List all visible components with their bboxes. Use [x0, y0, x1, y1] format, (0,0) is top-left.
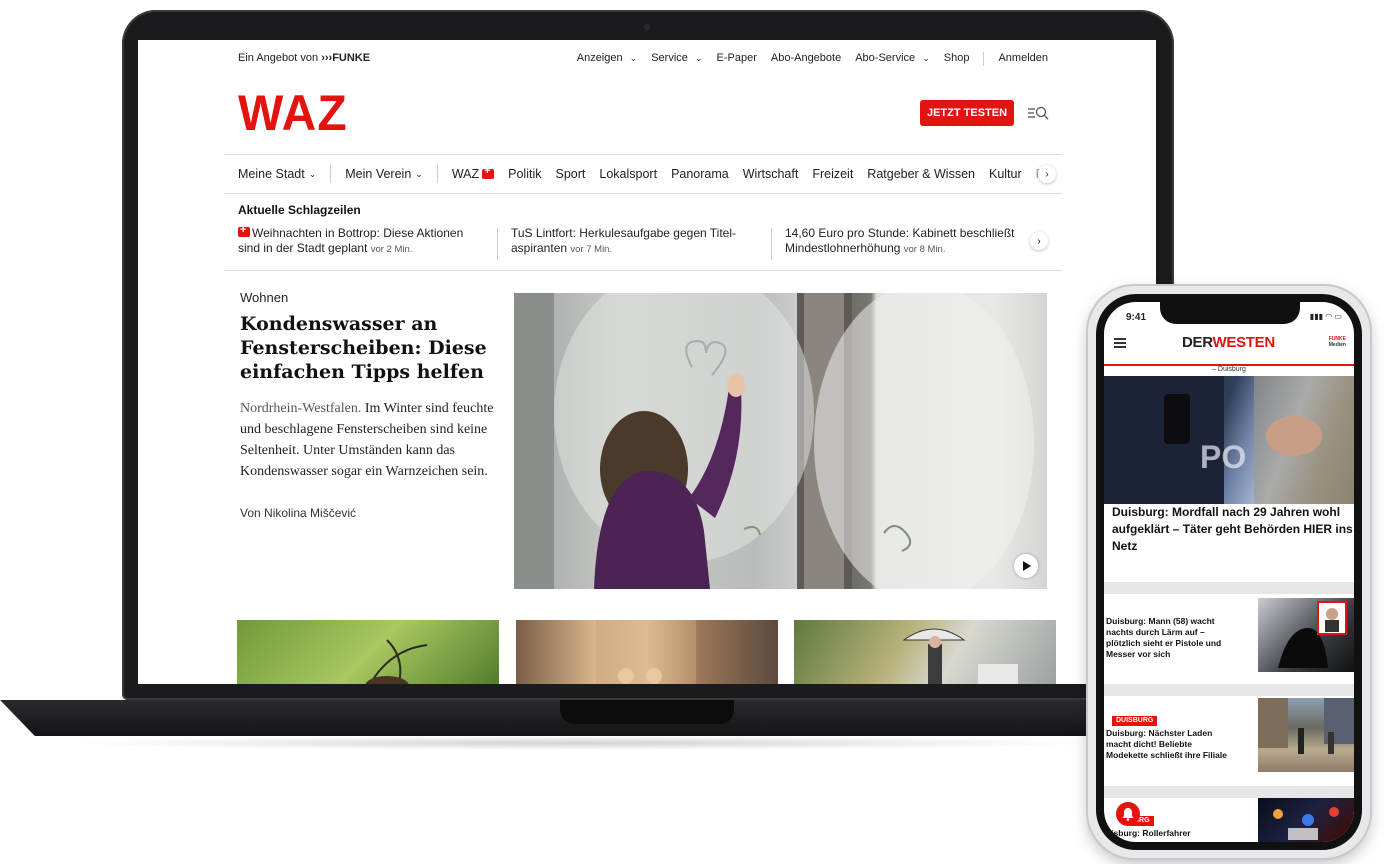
main-navigation: Meine Stadt⌄ Mein Verein⌄ WAZ Politik Sp… [224, 154, 1062, 194]
util-epaper[interactable]: E-Paper [717, 52, 757, 66]
article-thumbnail[interactable] [794, 620, 1056, 684]
divider [771, 228, 772, 260]
notification-bell-icon[interactable] [1116, 802, 1140, 826]
headlines-title: Aktuelle Schlagzeilen [238, 203, 361, 217]
laptop-shadow [60, 736, 1100, 750]
chevron-down-icon: ⌄ [308, 168, 317, 179]
divider [436, 165, 438, 183]
nav-ratgeber[interactable]: Ratgeber & Wissen [867, 167, 975, 181]
lead-article-image[interactable] [514, 293, 1047, 589]
list-item-thumbnail[interactable] [1258, 698, 1354, 772]
phone-notch [1160, 302, 1300, 324]
funke-offer[interactable]: Ein Angebot von ›››FUNKE [238, 52, 370, 64]
nav-sport[interactable]: Sport [555, 167, 585, 181]
util-abo-angebote[interactable]: Abo-Angebote [771, 52, 841, 66]
plus-badge-icon [482, 165, 495, 179]
chevron-down-icon: ⌄ [415, 168, 423, 179]
laptop-camera [644, 24, 650, 30]
divider [1104, 786, 1354, 798]
status-time: 9:41 [1126, 312, 1147, 323]
chevron-down-icon: ⌄ [694, 53, 703, 63]
headline-item[interactable]: Weihnachten in Bottrop: Diese Aktionen s… [238, 223, 488, 257]
article-teaser: Nordrhein-Westfalen. Im Winter sind feuc… [240, 401, 494, 479]
list-item-thumbnail[interactable] [1258, 798, 1354, 842]
article-title[interactable]: Kondenswasser an Fensterscheiben: Diese … [240, 312, 500, 384]
nav-wirtschaft[interactable]: Wirtschaft [743, 167, 799, 181]
article-author: Von Nikolina Miščević [240, 506, 357, 520]
article-thumbnail[interactable] [237, 620, 499, 684]
nav-mein-verein[interactable]: Mein Verein ⌄ [345, 167, 423, 181]
divider [224, 270, 1062, 271]
list-item-title[interactable]: uisburg: Rollerfahrer [1106, 828, 1230, 839]
nav-freizeit[interactable]: Freizeit [812, 167, 853, 181]
nav-waz-plus[interactable]: WAZ [452, 165, 495, 181]
util-service[interactable]: Service ⌄ [651, 52, 702, 66]
hamburger-menu-icon[interactable] [1114, 338, 1126, 348]
nav-kultur[interactable]: Kultur [989, 167, 1022, 181]
nav-politik[interactable]: Politik [508, 167, 541, 181]
laptop-base-notch [560, 700, 734, 724]
chevron-down-icon: ⌄ [629, 53, 638, 63]
offer-prefix: Ein Angebot von [238, 52, 319, 64]
hero-image[interactable]: PO [1104, 376, 1354, 504]
util-anzeigen[interactable]: Anzeigen ⌄ [577, 52, 637, 66]
divider [497, 228, 498, 260]
derwesten-logo[interactable]: DERWESTEN [1182, 334, 1275, 351]
waz-website: Ein Angebot von ›››FUNKE Anzeigen ⌄ Serv… [138, 40, 1156, 684]
derwesten-mobile-site: 9:41 ▮▮▮ ◠ ▭ DERWESTEN FUNKE Medien – Dui… [1104, 302, 1354, 842]
divider [330, 165, 332, 183]
funke-medien-logo: FUNKE Medien [1328, 336, 1346, 348]
svg-text:PO: PO [1200, 439, 1246, 475]
divider [983, 52, 985, 66]
menu-search-icon[interactable] [1026, 104, 1050, 122]
video-play-icon[interactable] [1014, 554, 1038, 578]
jetzt-testen-button[interactable]: JETZT TESTEN [920, 100, 1014, 126]
nav-panorama[interactable]: Panorama [671, 167, 729, 181]
article-thumbnail[interactable] [516, 620, 778, 684]
divider [1104, 684, 1354, 696]
util-shop[interactable]: Shop [944, 52, 970, 66]
chevron-down-icon: ⌄ [922, 53, 930, 63]
list-item-title[interactable]: Duisburg: Nächster Laden macht dicht! Be… [1106, 728, 1230, 761]
util-abo-service[interactable]: Abo-Service ⌄ [855, 52, 930, 66]
login-link[interactable]: Anmelden [998, 52, 1048, 66]
list-item-title[interactable]: Duisburg: Mann (58) wacht nachts durch L… [1106, 616, 1230, 660]
category-badge: DUISBURG [1112, 716, 1158, 726]
chevron-right-icon[interactable]: › [1030, 232, 1048, 250]
nav-lokalsport[interactable]: Lokalsport [599, 167, 657, 181]
headline-item[interactable]: 14,60 Euro pro Stunde: Kabinett beschlie… [785, 226, 1025, 257]
utility-links: Anzeigen ⌄ Service ⌄ E-Paper Abo-Angebot… [577, 52, 1048, 66]
article-kicker: Wohnen [240, 290, 289, 305]
list-item-thumbnail[interactable] [1258, 598, 1354, 672]
city-label: – Duisburg [1212, 366, 1246, 373]
headline-item[interactable]: TuS Lintfort: Herkulesaufgabe gegen Tite… [511, 226, 761, 257]
hero-headline[interactable]: Duisburg: Mordfall nach 29 Jahren wohl a… [1112, 504, 1354, 555]
divider [1104, 582, 1354, 594]
waz-logo[interactable]: WAZ [238, 88, 348, 138]
funke-logo: ›››FUNKE [321, 52, 371, 64]
battery-wifi-icon: ▮▮▮ ◠ ▭ [1309, 312, 1342, 321]
utility-bar: Ein Angebot von ›››FUNKE Anzeigen ⌄ Serv… [238, 52, 1048, 66]
chevron-right-icon[interactable]: › [1038, 165, 1056, 183]
plus-badge-icon [238, 223, 250, 238]
nav-meine-stadt[interactable]: Meine Stadt ⌄ [238, 167, 316, 181]
